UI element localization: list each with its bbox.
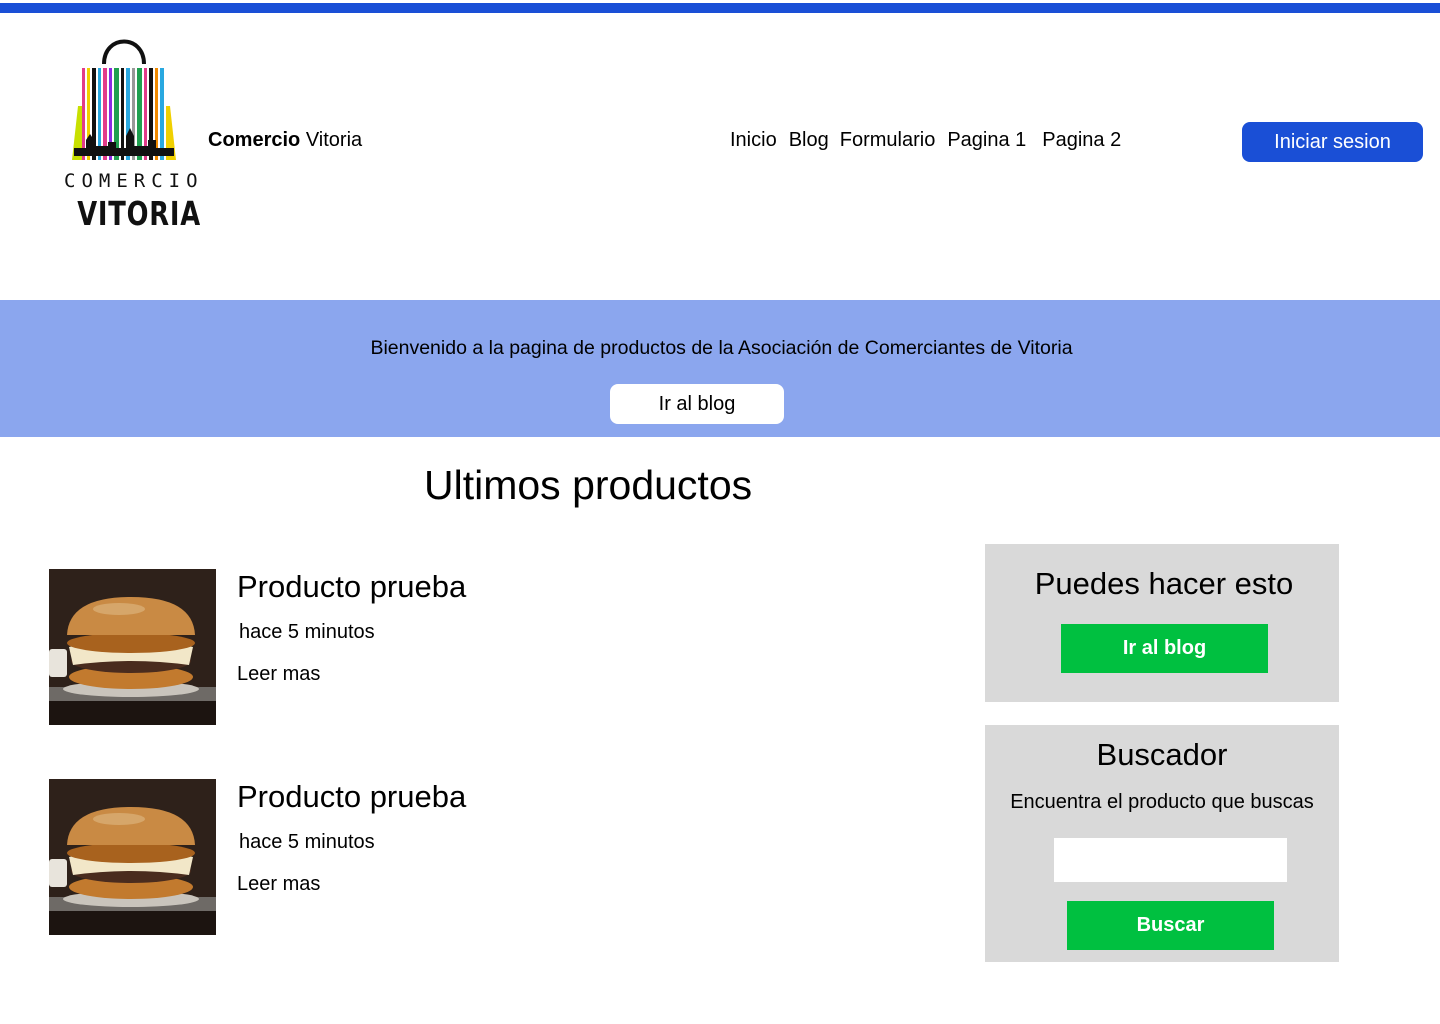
search-button[interactable]: Buscar xyxy=(1067,901,1274,950)
section-title: Ultimos productos xyxy=(424,462,753,508)
brand-name[interactable]: Comercio Vitoria xyxy=(208,129,362,152)
product-timestamp: hace 5 minutos xyxy=(239,831,375,853)
logo-text-vitoria: VITORIA xyxy=(77,194,201,233)
nav-item-pagina-1[interactable]: Pagina 1 xyxy=(947,129,1026,152)
comercio-vitoria-logo[interactable]: COMERCIO VITORIA xyxy=(64,36,204,236)
search-panel-title: Buscador xyxy=(1096,737,1228,772)
brand-name-bold: Comercio xyxy=(208,129,301,151)
read-more-link[interactable]: Leer mas xyxy=(237,873,320,896)
shopping-bag-barcode-icon xyxy=(72,39,176,160)
nav-item-pagina-2[interactable]: Pagina 2 xyxy=(1042,129,1121,152)
login-button[interactable]: Iniciar sesion xyxy=(1242,122,1423,162)
product-title[interactable]: Producto prueba xyxy=(237,779,466,815)
product-title[interactable]: Producto prueba xyxy=(237,569,466,605)
welcome-message: Bienvenido a la pagina de productos de l… xyxy=(370,337,1073,359)
burger-image[interactable] xyxy=(49,779,216,935)
go-to-blog-button[interactable]: Ir al blog xyxy=(610,384,784,424)
welcome-banner: Bienvenido a la pagina de productos de l… xyxy=(0,300,1440,437)
burger-image[interactable] xyxy=(49,569,216,725)
actions-panel: Puedes hacer esto Ir al blog xyxy=(985,544,1339,702)
nav-item-inicio[interactable]: Inicio xyxy=(730,129,777,152)
search-panel: Buscador Encuentra el producto que busca… xyxy=(985,725,1339,962)
logo-text-comercio: COMERCIO xyxy=(64,170,204,192)
nav-item-blog[interactable]: Blog xyxy=(789,129,829,152)
main-nav: Inicio Blog Formulario Pagina 1 Pagina 2 xyxy=(730,129,1121,152)
search-input[interactable] xyxy=(1054,838,1287,882)
nav-item-formulario[interactable]: Formulario xyxy=(840,129,936,152)
product-card: Producto prueba hace 5 minutos Leer mas xyxy=(49,569,649,726)
actions-panel-title: Puedes hacer esto xyxy=(1034,566,1294,601)
read-more-link[interactable]: Leer mas xyxy=(237,663,320,686)
sidebar-blog-button[interactable]: Ir al blog xyxy=(1061,624,1268,673)
top-accent-bar xyxy=(0,3,1440,13)
product-card: Producto prueba hace 5 minutos Leer mas xyxy=(49,779,649,936)
product-timestamp: hace 5 minutos xyxy=(239,621,375,643)
search-panel-subtitle: Encuentra el producto que buscas xyxy=(1010,791,1314,813)
brand-name-rest: Vitoria xyxy=(305,129,363,151)
